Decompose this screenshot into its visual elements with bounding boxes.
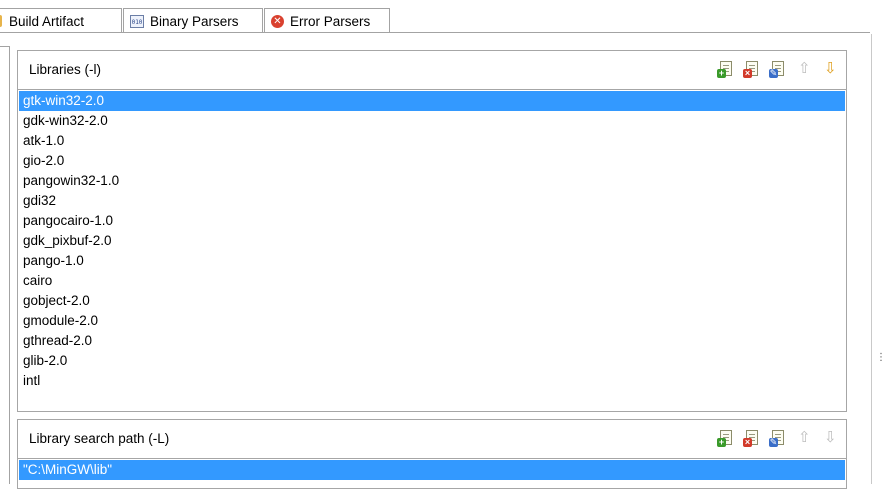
list-item[interactable]: gdk-win32-2.0 [19,111,845,131]
libraries-group: Libraries (-l) + × ✎ ⇧ ⇩ gtk-win32-2.0 gd… [17,50,847,412]
delete-icon: × [743,437,752,447]
tab-error-parsers[interactable]: ✕ Error Parsers [264,8,390,33]
move-down-library-button[interactable]: ⇩ [821,60,839,78]
library-paths-list[interactable]: "C:\MinGW\lib" [19,460,845,487]
add-library-button[interactable]: + [717,60,735,78]
move-down-path-button[interactable]: ⇩ [821,429,839,447]
libraries-header: Libraries (-l) + × ✎ ⇧ ⇩ [18,51,846,90]
arrow-up-icon: ⇧ [798,60,811,77]
edit-path-button[interactable]: ✎ [769,429,787,447]
arrow-down-icon: ⇩ [824,60,837,77]
list-item[interactable]: gdk_pixbuf-2.0 [19,231,845,251]
libraries-title: Libraries (-l) [29,62,102,77]
list-item[interactable]: pangocairo-1.0 [19,211,845,231]
libraries-toolbar: + × ✎ ⇧ ⇩ [717,60,839,78]
move-up-path-button[interactable]: ⇧ [795,429,813,447]
tab-divider [0,32,870,33]
delete-path-button[interactable]: × [743,429,761,447]
library-paths-title: Library search path (-L) [29,431,170,446]
arrow-down-icon: ⇩ [824,429,837,446]
edit-library-button[interactable]: ✎ [769,60,787,78]
library-paths-toolbar: + × ✎ ⇧ ⇩ [717,429,839,447]
list-item[interactable]: gio-2.0 [19,151,845,171]
tab-label: Binary Parsers [150,13,239,29]
tab-binary-parsers[interactable]: 010 Binary Parsers [123,8,263,33]
list-item[interactable]: gdi32 [19,191,845,211]
key-icon [0,15,2,27]
left-edge-frame [0,46,10,484]
library-paths-group: Library search path (-L) + × ✎ ⇧ ⇩ "C:\M… [17,419,847,489]
tab-label: Error Parsers [290,13,371,29]
move-up-library-button[interactable]: ⇧ [795,60,813,78]
libraries-list[interactable]: gtk-win32-2.0 gdk-win32-2.0 atk-1.0 gio-2.0… [19,91,845,410]
add-icon: + [717,68,726,78]
error-icon: ✕ [271,14,284,28]
add-icon: + [717,437,726,447]
library-paths-header: Library search path (-L) + × ✎ ⇧ ⇩ [18,420,846,459]
list-item[interactable]: cairo [19,271,845,291]
sash-handle-icon[interactable]: ⋮ [876,353,882,363]
list-item[interactable]: "C:\MinGW\lib" [19,460,845,480]
list-item[interactable]: gobject-2.0 [19,291,845,311]
tab-label: Build Artifact [9,13,85,29]
list-item[interactable]: pangowin32-1.0 [19,171,845,191]
list-item[interactable]: atk-1.0 [19,131,845,151]
add-path-button[interactable]: + [717,429,735,447]
delete-icon: × [743,68,752,78]
edit-icon: ✎ [769,68,778,78]
list-item[interactable]: pango-1.0 [19,251,845,271]
list-item[interactable]: gthread-2.0 [19,331,845,351]
edit-icon: ✎ [769,437,778,447]
tab-build-artifact[interactable]: Build Artifact [0,8,122,33]
delete-library-button[interactable]: × [743,60,761,78]
list-item[interactable]: intl [19,371,845,391]
binary-icon: 010 [130,14,144,28]
tab-strip: Build Artifact 010 Binary Parsers ✕ Erro… [0,0,882,36]
list-item[interactable]: gtk-win32-2.0 [19,91,845,111]
list-item[interactable]: glib-2.0 [19,351,845,371]
arrow-up-icon: ⇧ [798,429,811,446]
list-item[interactable]: gmodule-2.0 [19,311,845,331]
